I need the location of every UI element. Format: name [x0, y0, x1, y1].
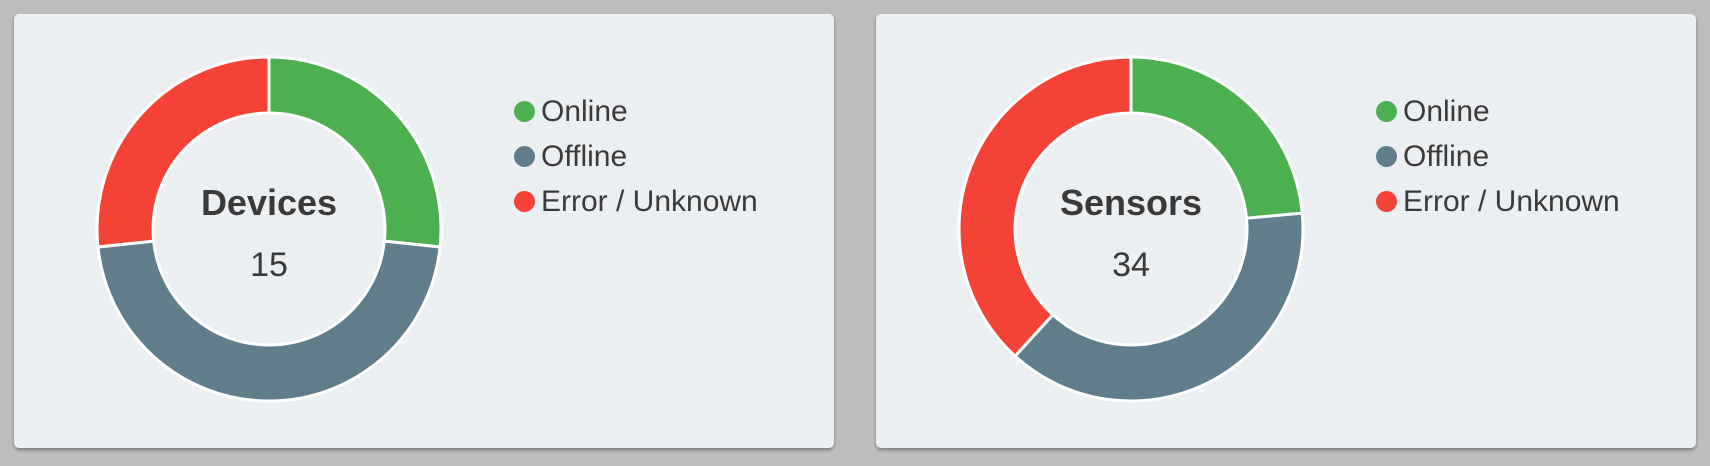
legend-item-online[interactable]: Online: [514, 89, 758, 134]
slice-offline[interactable]: [1013, 211, 1305, 403]
sensors-count: 34: [1112, 246, 1150, 284]
devices-count: 15: [250, 246, 288, 284]
offline-dot-icon: [514, 146, 535, 167]
sensors-title: Sensors: [1059, 182, 1203, 223]
sensors-donut-chart: [957, 55, 1305, 403]
online-dot-icon: [1376, 101, 1397, 122]
sensors-legend: Online Offline Error / Unknown: [1376, 89, 1620, 224]
legend-item-online[interactable]: Online: [1376, 89, 1620, 134]
online-dot-icon: [514, 101, 535, 122]
devices-legend: Online Offline Error / Unknown: [514, 89, 758, 224]
devices-title: Devices: [200, 182, 338, 223]
legend-label-error: Error / Unknown: [541, 184, 758, 218]
legend-label-error: Error / Unknown: [1403, 184, 1620, 218]
legend-item-error[interactable]: Error / Unknown: [514, 179, 758, 224]
devices-donut-chart: [95, 55, 443, 403]
error-dot-icon: [1376, 191, 1397, 212]
legend-label-online: Online: [1403, 94, 1490, 128]
legend-item-offline[interactable]: Offline: [1376, 134, 1620, 179]
sensors-card: Sensors 34 Online Offline Error / Unknow…: [876, 14, 1696, 448]
legend-label-online: Online: [541, 94, 628, 128]
legend-item-offline[interactable]: Offline: [514, 134, 758, 179]
offline-dot-icon: [1376, 146, 1397, 167]
devices-card: Devices 15 Online Offline Error / Unknow…: [14, 14, 834, 448]
legend-label-offline: Offline: [541, 139, 628, 173]
error-dot-icon: [514, 191, 535, 212]
legend-item-error[interactable]: Error / Unknown: [1376, 179, 1620, 224]
legend-label-offline: Offline: [1403, 139, 1490, 173]
